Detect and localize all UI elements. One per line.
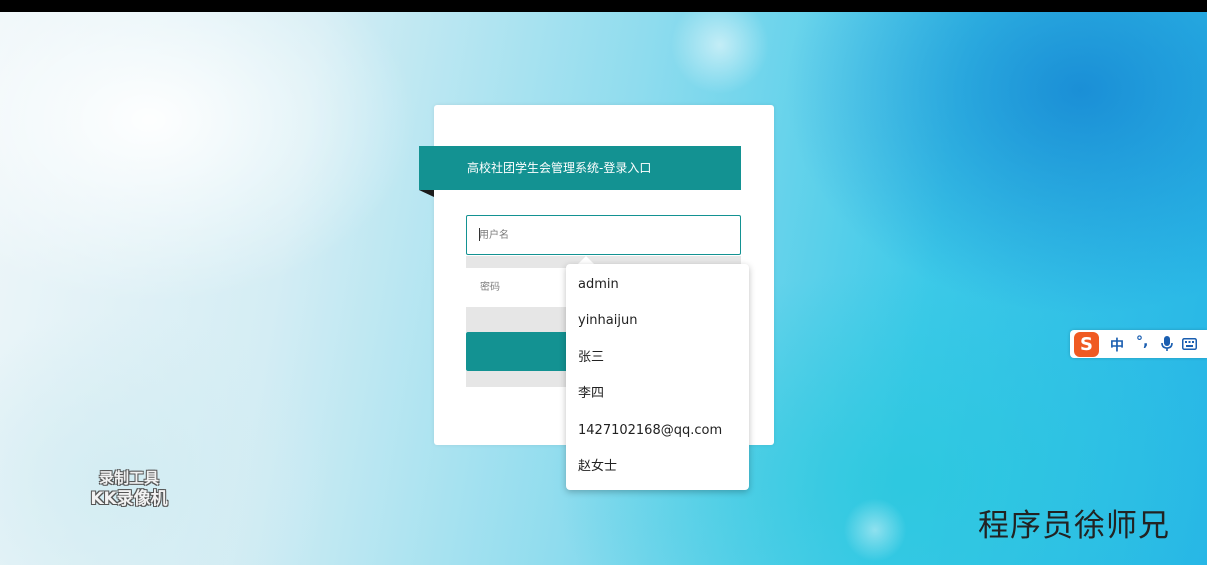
recorder-watermark: 录制工具 KK录像机 [80, 468, 178, 510]
keyboard-icon[interactable] [1182, 338, 1197, 350]
autocomplete-option-admin[interactable]: admin [566, 267, 749, 303]
login-title: 高校社团学生会管理系统-登录入口 [419, 146, 741, 190]
autocomplete-option-zhao[interactable]: 赵女士 [566, 449, 749, 485]
top-black-bar [0, 0, 1207, 12]
page-background: 高校社团学生会管理系统-登录入口 admin yinhaijun 张三 李四 1… [0, 0, 1207, 565]
ime-toolbar: S 中 °, [1070, 330, 1207, 358]
autocomplete-option-zhangsan[interactable]: 张三 [566, 340, 749, 376]
autocomplete-option-email[interactable]: 1427102168@qq.com [566, 413, 749, 449]
microphone-icon[interactable] [1160, 336, 1174, 352]
author-watermark: 程序员徐师兄 [978, 508, 1170, 544]
autocomplete-option-lisi[interactable]: 李四 [566, 376, 749, 412]
autocomplete-option-yinhaijun[interactable]: yinhaijun [566, 303, 749, 339]
sogou-logo-icon[interactable]: S [1074, 332, 1099, 357]
autocomplete-dropdown: admin yinhaijun 张三 李四 1427102168@qq.com … [566, 264, 749, 490]
username-input[interactable] [466, 215, 741, 255]
text-caret [479, 228, 480, 241]
ime-language-toggle[interactable]: 中 [1110, 335, 1124, 355]
ribbon-fold [419, 190, 434, 197]
recorder-watermark-line2: KK录像机 [90, 489, 168, 509]
autocomplete-arrow [578, 256, 594, 264]
recorder-watermark-line1: 录制工具 [98, 469, 159, 487]
ime-punctuation-toggle[interactable]: °, [1136, 334, 1148, 350]
